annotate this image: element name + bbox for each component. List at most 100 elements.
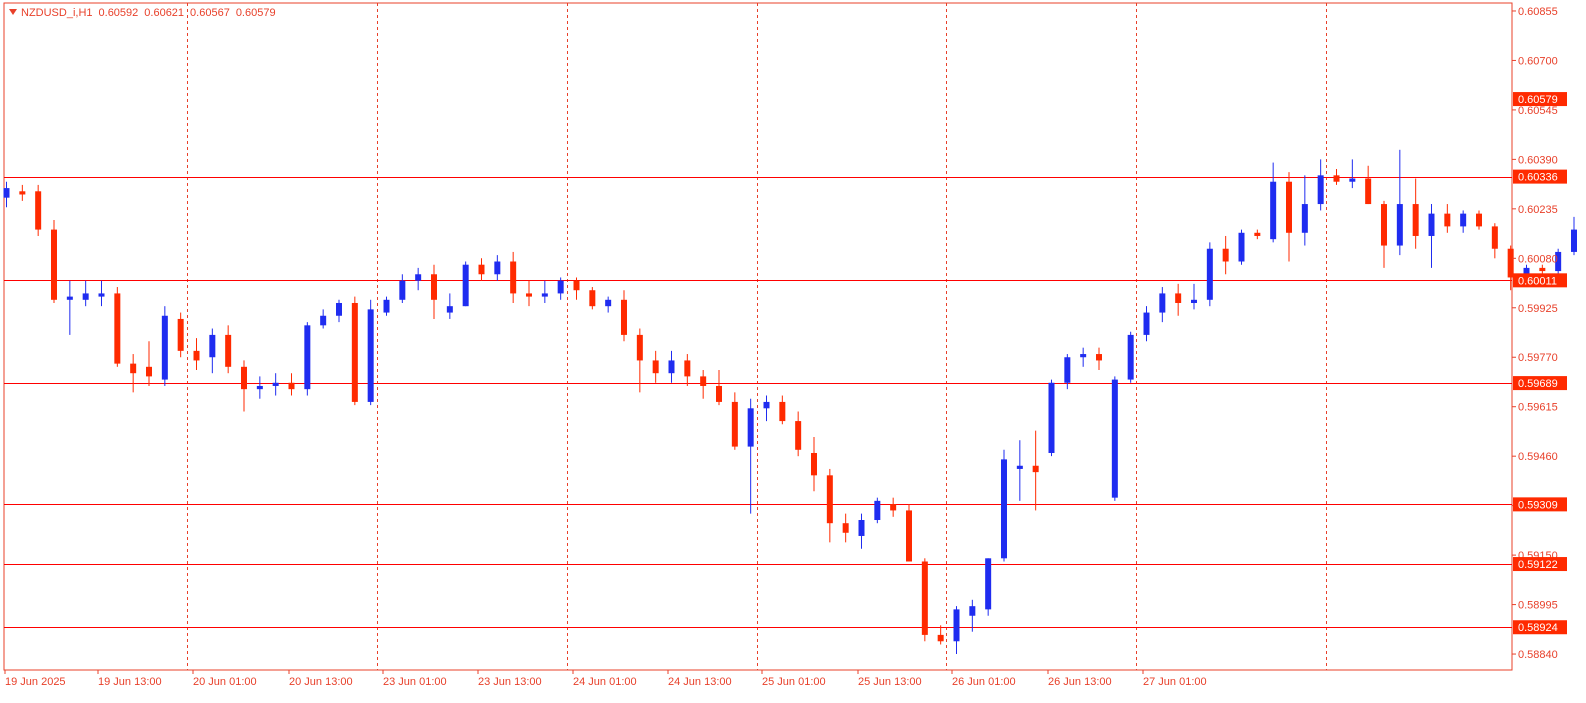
candle: [1175, 283, 1182, 316]
candle-body: [1143, 312, 1150, 335]
y-tick-label: 0.58840: [1518, 649, 1558, 661]
candle-body: [114, 293, 121, 364]
candle-body: [177, 318, 184, 351]
candle-body: [1301, 204, 1308, 233]
candle: [1381, 200, 1387, 268]
candle: [367, 299, 374, 406]
candle-body: [1286, 181, 1292, 233]
candle: [146, 341, 152, 386]
candle: [716, 370, 722, 406]
y-tick-label: 0.59615: [1518, 402, 1558, 414]
candle: [320, 309, 327, 329]
candle: [652, 350, 659, 383]
candle: [446, 293, 453, 319]
candle: [953, 606, 960, 655]
candle-body: [541, 293, 548, 297]
symbol-high: 0.60621: [144, 7, 185, 19]
candle-body: [636, 334, 643, 361]
candle-body: [1238, 232, 1245, 262]
candle: [130, 354, 137, 393]
candle-body: [1048, 382, 1055, 453]
x-tick-label: 23 Jun 01:00: [383, 676, 447, 688]
x-tick-label: 27 Jun 01:00: [1143, 676, 1207, 688]
candle-body: [557, 280, 564, 294]
candle-body: [1476, 213, 1482, 227]
candle: [1191, 283, 1197, 310]
candle: [1317, 159, 1324, 211]
candle: [874, 497, 881, 524]
candle: [82, 280, 89, 307]
candle: [209, 328, 216, 374]
candle-body: [1270, 181, 1277, 240]
price-chart[interactable]: 0.60855 0.60700 0.60545 0.60390 0.60235 0.600…: [0, 0, 1586, 703]
candle: [621, 290, 627, 342]
candle: [842, 513, 849, 543]
candle-body: [985, 558, 992, 610]
candle: [1507, 245, 1514, 291]
candle-body: [1159, 293, 1166, 313]
candle-body: [1001, 459, 1007, 559]
candle-body: [193, 350, 200, 361]
candle: [731, 392, 738, 450]
collapse-arrow-icon[interactable]: [9, 9, 17, 15]
candle-body: [684, 360, 691, 377]
candle-body: [431, 274, 437, 300]
candle: [1048, 379, 1055, 457]
x-tick-label: 26 Jun 01:00: [952, 676, 1016, 688]
candle-body: [763, 401, 770, 409]
candle-body: [1460, 213, 1467, 227]
candle-body: [1412, 204, 1419, 236]
candle: [494, 255, 501, 281]
x-tick-label: 25 Jun 13:00: [858, 676, 922, 688]
candle: [605, 296, 612, 313]
candle-body: [209, 334, 216, 358]
candle-body: [921, 561, 928, 635]
candle: [589, 287, 596, 310]
y-tick-label: 0.59460: [1518, 451, 1558, 463]
candle-body: [1064, 357, 1071, 383]
y-tick-label: 0.60080: [1518, 253, 1558, 265]
candle-body: [1444, 213, 1451, 227]
candle-body: [446, 306, 453, 313]
candle-body: [130, 363, 137, 374]
candle-body: [716, 385, 722, 402]
candle-body: [842, 523, 849, 533]
candle: [795, 411, 802, 457]
candle: [272, 373, 279, 396]
candle: [826, 468, 833, 543]
candle: [969, 599, 976, 632]
candle: [1270, 162, 1277, 243]
price-level-tag: 0.60336: [1518, 172, 1558, 184]
candle-body: [874, 500, 881, 521]
chart-window[interactable]: 0.60855 0.60700 0.60545 0.60390 0.60235 0.600…: [0, 0, 1586, 703]
x-tick-label: 25 Jun 01:00: [762, 676, 826, 688]
candle: [1491, 223, 1498, 259]
candle: [51, 220, 57, 303]
x-tick-label: 23 Jun 13:00: [478, 676, 542, 688]
candle: [1428, 204, 1435, 268]
candle-body: [747, 408, 754, 447]
x-tick-label: 24 Jun 13:00: [668, 676, 732, 688]
candle-body: [415, 274, 422, 281]
candle: [1476, 210, 1482, 230]
candle: [526, 280, 532, 307]
candle-body: [241, 366, 247, 390]
candle: [1301, 175, 1308, 246]
candle-body: [906, 510, 912, 562]
symbol-low: 0.60567: [190, 7, 230, 19]
candle: [288, 373, 295, 396]
candle-body: [1571, 229, 1577, 252]
candle: [1238, 229, 1245, 265]
candle: [700, 370, 707, 399]
candle-body: [700, 376, 707, 386]
candle: [98, 280, 105, 307]
candle: [1001, 449, 1007, 562]
candle-body: [351, 302, 358, 402]
y-tick-label: 0.60235: [1518, 204, 1558, 216]
candle: [541, 280, 548, 303]
x-tick-label: 24 Jun 01:00: [573, 676, 637, 688]
candle-body: [969, 606, 976, 616]
candle-body: [1254, 232, 1261, 236]
candle-body: [1032, 465, 1039, 473]
candle: [161, 306, 168, 386]
